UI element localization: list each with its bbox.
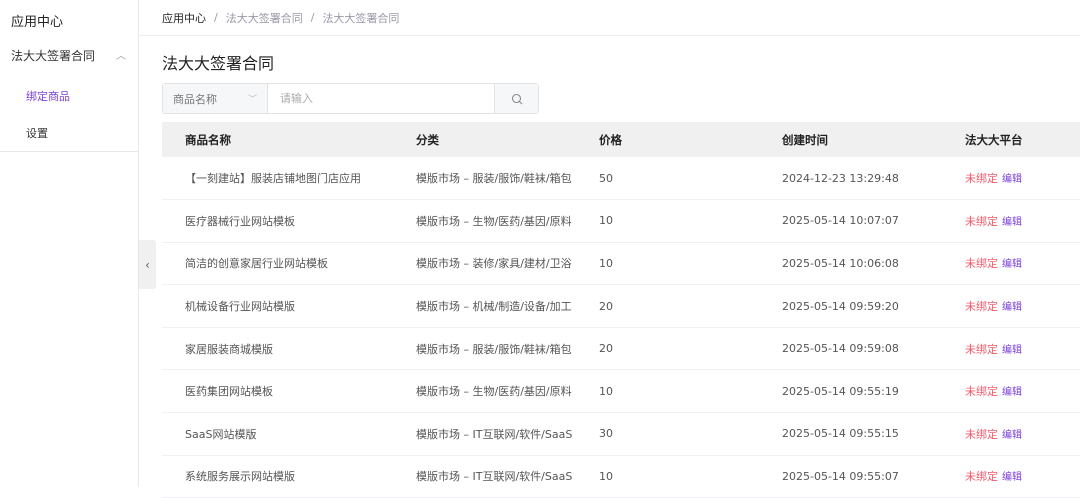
table-row: 医药集团网站模板 模版市场 – 生物/医药/基因/原料 10 2025-05-14 0… — [162, 369, 1080, 414]
table-cell: 模版市场 – 服装/服饰/鞋袜/箱包 — [416, 157, 599, 201]
table-cell: 2025-05-14 10:07:07 — [782, 199, 965, 243]
sidebar-item-settings[interactable]: 设置 — [26, 125, 48, 141]
table-cell: 模版市场 – 机械/制造/设备/加工 — [416, 284, 599, 328]
table-cell: 系统服务展示网站模版 — [162, 455, 416, 498]
table-cell: 简洁的创意家居行业网站模板 — [162, 242, 416, 286]
table-cell: 模版市场 – 生物/医药/基因/原料 — [416, 369, 599, 414]
column-header: 价格 — [599, 122, 782, 157]
breadcrumb-separator: / — [310, 11, 315, 24]
sidebar-group[interactable]: 法大大签署合同 ︿ — [11, 47, 126, 64]
table-cell: 未绑定 编辑 — [965, 242, 1080, 286]
status-badge: 未绑定 — [965, 300, 998, 314]
table-row: SaaS网站模版 模版市场 – IT互联网/软件/SaaS 30 2025-05-14… — [162, 412, 1080, 456]
table-cell: 20 — [599, 284, 782, 328]
search-button[interactable] — [494, 84, 538, 113]
table-cell: 2025-05-14 10:06:08 — [782, 242, 965, 286]
table-row: 系统服务展示网站模版 模版市场 – IT互联网/软件/SaaS 10 2025-05-… — [162, 455, 1080, 498]
table-cell: 2025-05-14 09:59:20 — [782, 284, 965, 328]
table-cell: 模版市场 – IT互联网/软件/SaaS — [416, 455, 599, 498]
products-table: 商品名称 分类 价格 创建时间 法大大平台 【一刻建站】服装店铺地图门店应用 模版… — [162, 122, 1080, 498]
sidebar-title: 应用中心 — [11, 15, 64, 30]
sidebar-item-bind-products[interactable]: 绑定商品 — [26, 88, 70, 104]
table-cell: 家居服装商城模版 — [162, 327, 416, 371]
search-input[interactable] — [268, 84, 494, 113]
table-cell: 30 — [599, 412, 782, 456]
table-row: 【一刻建站】服装店铺地图门店应用 模版市场 – 服装/服饰/鞋袜/箱包 50 2024… — [162, 157, 1080, 201]
table-cell: 20 — [599, 327, 782, 371]
table-cell: 模版市场 – 服装/服饰/鞋袜/箱包 — [416, 327, 599, 371]
table-cell: 模版市场 – IT互联网/软件/SaaS — [416, 412, 599, 456]
chevron-left-icon: ‹ — [145, 257, 150, 272]
table-row: 机械设备行业网站模版 模版市场 – 机械/制造/设备/加工 20 2025-05-14… — [162, 284, 1080, 328]
status-badge: 未绑定 — [965, 257, 998, 271]
edit-link[interactable]: 编辑 — [1002, 387, 1022, 398]
breadcrumb-separator: / — [214, 11, 218, 24]
chevron-down-icon: ﹀ — [247, 95, 257, 105]
table-cell: 未绑定 编辑 — [965, 455, 1080, 498]
status-badge: 未绑定 — [965, 214, 998, 228]
table-cell: 2025-05-14 09:55:15 — [782, 412, 965, 456]
edit-link[interactable]: 编辑 — [1002, 472, 1022, 483]
search-icon — [511, 93, 522, 104]
table-cell: 机械设备行业网站模版 — [162, 284, 416, 328]
breadcrumb-item[interactable]: 法大大签署合同 — [226, 10, 303, 26]
table-cell: 模版市场 – 装修/家具/建材/卫浴 — [416, 242, 599, 286]
table-row: 家居服装商城模版 模版市场 – 服装/服饰/鞋袜/箱包 20 2025-05-14 0… — [162, 327, 1080, 371]
search-field-select[interactable]: 商品名称 ﹀ — [163, 84, 268, 113]
page-title: 法大大签署合同 — [162, 54, 275, 73]
table-cell: SaaS网站模版 — [162, 412, 416, 456]
table-cell: 2024-12-23 13:29:48 — [782, 157, 965, 201]
column-header: 商品名称 — [162, 122, 416, 157]
table-cell: 未绑定 编辑 — [965, 369, 1080, 414]
edit-link[interactable]: 编辑 — [1002, 430, 1022, 441]
table-cell: 2025-05-14 09:59:08 — [782, 327, 965, 371]
table-cell: 未绑定 编辑 — [965, 157, 1080, 201]
table-cell: 医疗器械行业网站模板 — [162, 199, 416, 243]
edit-link[interactable]: 编辑 — [1002, 217, 1022, 228]
table-cell: 10 — [599, 369, 782, 414]
edit-link[interactable]: 编辑 — [1002, 259, 1022, 270]
search-bar: 商品名称 ﹀ — [162, 83, 539, 114]
column-header: 分类 — [416, 122, 599, 157]
breadcrumb: 应用中心 / 法大大签署合同 / 法大大签署合同 — [139, 0, 1080, 36]
search-field-value: 商品名称 — [173, 92, 217, 106]
status-badge: 未绑定 — [965, 172, 998, 186]
table-cell: 10 — [599, 242, 782, 286]
column-header: 创建时间 — [782, 122, 965, 157]
sidebar-group-label: 法大大签署合同 — [11, 49, 96, 63]
edit-link[interactable]: 编辑 — [1002, 302, 1022, 313]
status-badge: 未绑定 — [965, 385, 998, 399]
status-badge: 未绑定 — [965, 342, 998, 356]
table-cell: 10 — [599, 199, 782, 243]
table-cell: 模版市场 – 生物/医药/基因/原料 — [416, 199, 599, 243]
table-cell: 未绑定 编辑 — [965, 412, 1080, 456]
breadcrumb-item[interactable]: 应用中心 — [162, 10, 206, 26]
status-badge: 未绑定 — [965, 427, 998, 441]
chevron-up-icon: ︿ — [116, 51, 126, 62]
table-row: 医疗器械行业网站模板 模版市场 – 生物/医药/基因/原料 10 2025-05-14… — [162, 199, 1080, 243]
divider — [0, 151, 138, 152]
table-cell: 未绑定 编辑 — [965, 327, 1080, 371]
table-cell: 未绑定 编辑 — [965, 284, 1080, 328]
table-row: 简洁的创意家居行业网站模板 模版市场 – 装修/家具/建材/卫浴 10 2025-05… — [162, 242, 1080, 286]
table-cell: 2025-05-14 09:55:07 — [782, 455, 965, 498]
table-cell: 2025-05-14 09:55:19 — [782, 369, 965, 414]
edit-link[interactable]: 编辑 — [1002, 345, 1022, 356]
table-cell: 50 — [599, 157, 782, 201]
column-header: 法大大平台 — [965, 122, 1080, 157]
status-badge: 未绑定 — [965, 470, 998, 484]
table-cell: 10 — [599, 455, 782, 498]
table-cell: 【一刻建站】服装店铺地图门店应用 — [162, 157, 416, 201]
collapse-sidebar-button[interactable]: ‹ — [139, 240, 156, 289]
sidebar: 应用中心 法大大签署合同 ︿ 绑定商品 设置 — [0, 0, 139, 487]
table-cell: 医药集团网站模板 — [162, 369, 416, 414]
breadcrumb-item: 法大大签署合同 — [322, 11, 400, 25]
edit-link[interactable]: 编辑 — [1002, 174, 1022, 185]
table-cell: 未绑定 编辑 — [965, 199, 1080, 243]
